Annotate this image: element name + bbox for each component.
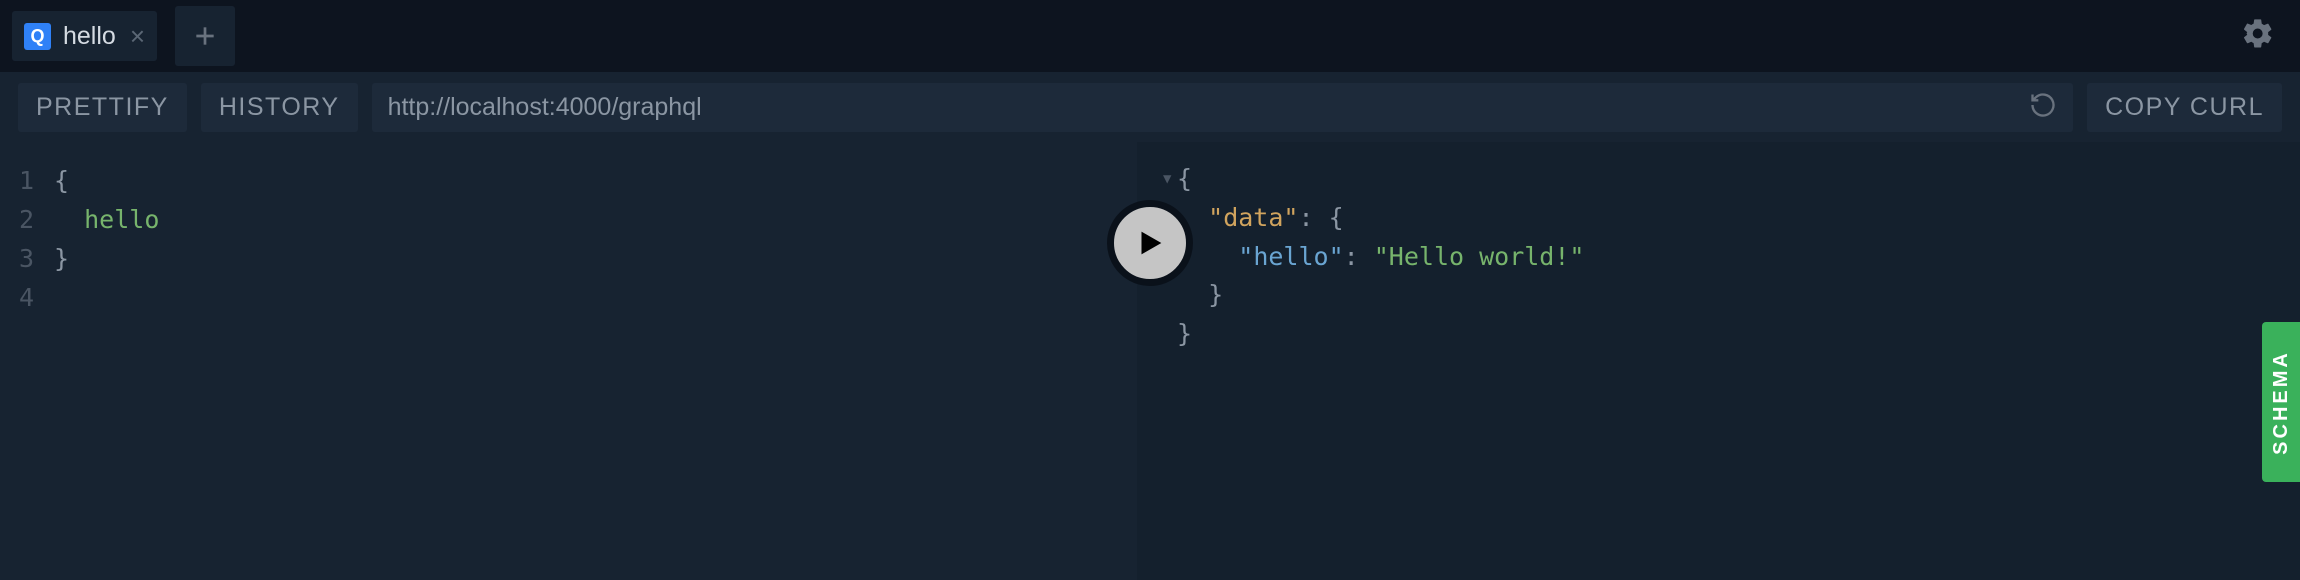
query-icon: Q — [24, 23, 51, 50]
execute-button[interactable] — [1107, 200, 1193, 286]
tab-hello[interactable]: Q hello × — [12, 11, 157, 61]
toolbar: PRETTIFY HISTORY COPY CURL — [0, 72, 2300, 142]
plus-icon — [192, 23, 218, 49]
tab-bar: Q hello × — [0, 0, 2300, 72]
response-text: } — [1177, 319, 1192, 348]
line-number: 4 — [0, 279, 34, 318]
response-text: } — [1208, 280, 1223, 309]
response-key: "hello" — [1238, 242, 1343, 271]
prettify-button[interactable]: PRETTIFY — [18, 83, 187, 132]
response-value: "Hello world!" — [1374, 242, 1585, 271]
line-gutter: 1 2 3 4 — [0, 162, 50, 580]
query-code: { hello } — [50, 162, 159, 580]
gear-icon — [2241, 17, 2275, 51]
settings-button[interactable] — [2241, 17, 2275, 56]
response-text: { — [1177, 164, 1192, 193]
endpoint-input[interactable] — [388, 93, 2030, 122]
brace-close: } — [54, 244, 69, 273]
query-editor[interactable]: 1 2 3 4 { hello } — [0, 142, 1137, 580]
close-icon[interactable]: × — [130, 23, 145, 49]
response-text: : { — [1298, 203, 1343, 232]
editor-area: 1 2 3 4 { hello } ▼{ "data": { "hello": … — [0, 142, 2300, 580]
schema-tab[interactable]: SCHEMA — [2262, 322, 2300, 482]
play-icon — [1133, 226, 1167, 260]
response-text: : — [1344, 242, 1374, 271]
line-number: 3 — [0, 240, 34, 279]
tab-title: hello — [63, 22, 116, 51]
new-tab-button[interactable] — [175, 6, 235, 66]
copy-curl-button[interactable]: COPY CURL — [2087, 83, 2282, 132]
line-number: 1 — [0, 162, 34, 201]
reload-button[interactable] — [2029, 91, 2057, 124]
reload-icon — [2029, 91, 2057, 119]
response-key: "data" — [1208, 203, 1298, 232]
schema-tab-label: SCHEMA — [2270, 350, 2293, 455]
url-bar — [372, 83, 2074, 132]
fold-toggle-icon[interactable]: ▼ — [1163, 169, 1177, 191]
line-number: 2 — [0, 201, 34, 240]
brace-open: { — [54, 166, 69, 195]
query-field: hello — [84, 205, 159, 234]
history-button[interactable]: HISTORY — [201, 83, 358, 132]
response-pane: ▼{ "data": { "hello": "Hello world!" } } — [1137, 142, 2300, 580]
